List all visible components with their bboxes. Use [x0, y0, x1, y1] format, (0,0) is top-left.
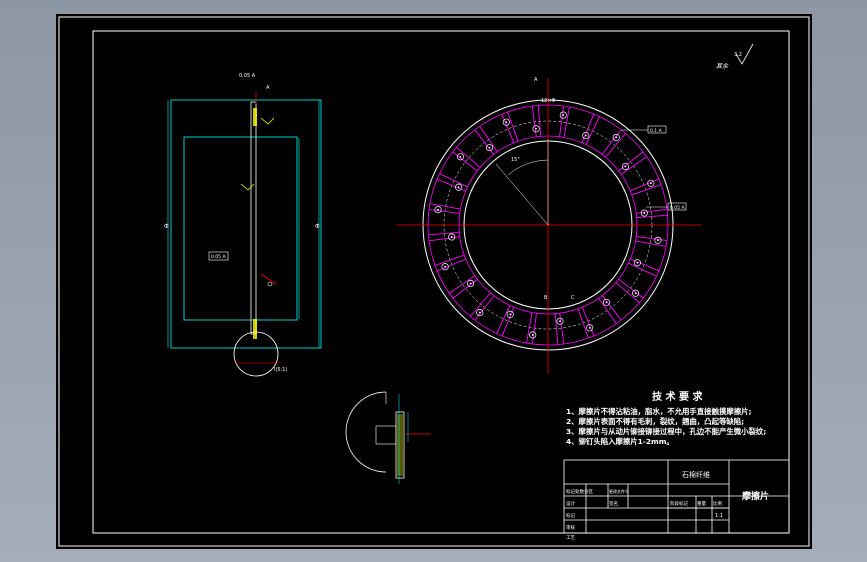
ring-tolerance-2: 0.05 A [670, 205, 685, 211]
rivet-hole-center [469, 282, 472, 285]
ring-callout-a: A [534, 77, 538, 83]
rivet-hole-center [559, 320, 561, 323]
row-design: 设计 [566, 500, 575, 507]
rivet-hole-center [457, 186, 460, 189]
tech-req-title: 技 术 要 求 [652, 390, 703, 403]
rivet-hole-center [535, 127, 537, 130]
ring-slot [428, 231, 460, 236]
detail-view [345, 391, 431, 484]
ring-slot [437, 258, 466, 272]
row-review: 审核 [566, 524, 575, 531]
roughness-value: 3.2 [734, 52, 742, 58]
tech-req-item-3: 3、摩擦片与从动片铆接铆接过程中，孔边不能产生微小裂纹; [566, 427, 766, 436]
outer-frame [58, 16, 810, 547]
ring-slot [628, 262, 657, 277]
drawing-canvas: 0.05 A A 0.05 A Φ Φ I(5:1) 0.1 A 0.05 A … [56, 14, 812, 549]
ring-slot [581, 307, 595, 336]
rivet-hole-center [509, 313, 512, 316]
rivet-hole-center [505, 121, 508, 124]
rivet-hole-center [562, 114, 565, 116]
tech-req-item-1: 1、摩擦片不得沾粘油，脂水，不允用手直接触摸摩擦片; [566, 407, 752, 416]
material-value: 石棉纤维 [682, 470, 710, 479]
rivet-hole-center [437, 208, 439, 211]
ring-slot [434, 254, 465, 266]
angle-label: 15° [511, 157, 520, 163]
ring-slot [537, 105, 542, 137]
ring-callout-c: C [571, 295, 575, 301]
side-dim-right: Φ [315, 223, 320, 230]
tech-req-item-4: 4、铆钉头陷入摩擦片1-2mm。 [566, 437, 674, 446]
ring-slot [636, 214, 668, 219]
ring-slot [559, 105, 565, 137]
side-top-note: 0.05 A [239, 73, 256, 79]
ring-front-view [396, 78, 701, 374]
rivet-hole-center [636, 261, 639, 264]
rivet-hole-center [624, 165, 627, 168]
rivet-hole-center [605, 301, 608, 304]
ring-slot [496, 305, 511, 334]
ring-slot [439, 173, 468, 188]
ring-slot [428, 208, 460, 214]
ring-tolerance-1: 0.1 A [650, 128, 663, 134]
rivet-hole-center [444, 265, 447, 268]
tech-req-item-2: 2、摩擦片表面不得有毛刺，裂纹，翘曲，凸起等缺陷; [566, 417, 744, 426]
inner-frame [92, 30, 790, 534]
row-sign: 签名 [609, 500, 618, 507]
rivet-hole-center [450, 236, 453, 238]
other-label: 其余 [716, 62, 729, 70]
ring-slot [630, 178, 659, 192]
part-name: 摩擦片 [742, 490, 769, 502]
ring-slot [631, 184, 662, 196]
row-change-label: 标记处数分区 [566, 488, 593, 495]
rivet-hole-center [615, 136, 618, 139]
detail-ref: I(5:1) [274, 367, 287, 373]
side-dim-left: Φ [164, 223, 169, 230]
ring-slot [531, 313, 537, 345]
row-process: 工艺 [566, 535, 575, 541]
ring-slot [585, 116, 600, 145]
rivet-hole-center [643, 212, 646, 214]
hole-note: 12×Φ [541, 98, 556, 104]
rivet-hole-center [459, 155, 462, 158]
rivet-hole-center [657, 239, 659, 242]
col-stage: 阶段标记 [670, 500, 688, 507]
rivet-hole-center [488, 146, 491, 149]
ring-slot [554, 313, 559, 345]
ring-slot [636, 236, 668, 242]
rivet-hole-center [588, 326, 591, 329]
rivet-hole-center [634, 292, 637, 295]
ring-callout-b: B [544, 295, 548, 301]
scale-value: 1:1 [715, 513, 723, 519]
rivet-hole-center [478, 311, 481, 314]
side-tolerance-box: 0.05 A [211, 254, 226, 260]
ring-slot [507, 111, 519, 142]
side-callout-a: A [266, 85, 270, 91]
ring-slot [501, 114, 515, 143]
row-change-doc: 更改文件号 [609, 488, 629, 494]
col-scale: 比例 [713, 500, 722, 507]
cad-drawing: 0.05 A A 0.05 A Φ Φ I(5:1) 0.1 A 0.05 A … [58, 16, 810, 547]
ring-slot [429, 203, 461, 210]
rivet-hole-center [649, 182, 652, 185]
rivet-hole-center [584, 134, 587, 137]
col-weight: 重量 [697, 500, 706, 507]
ring-slot [577, 308, 589, 339]
row-marks: 标记 [566, 512, 575, 519]
rivet-hole-center [531, 334, 534, 336]
side-view [167, 92, 322, 377]
